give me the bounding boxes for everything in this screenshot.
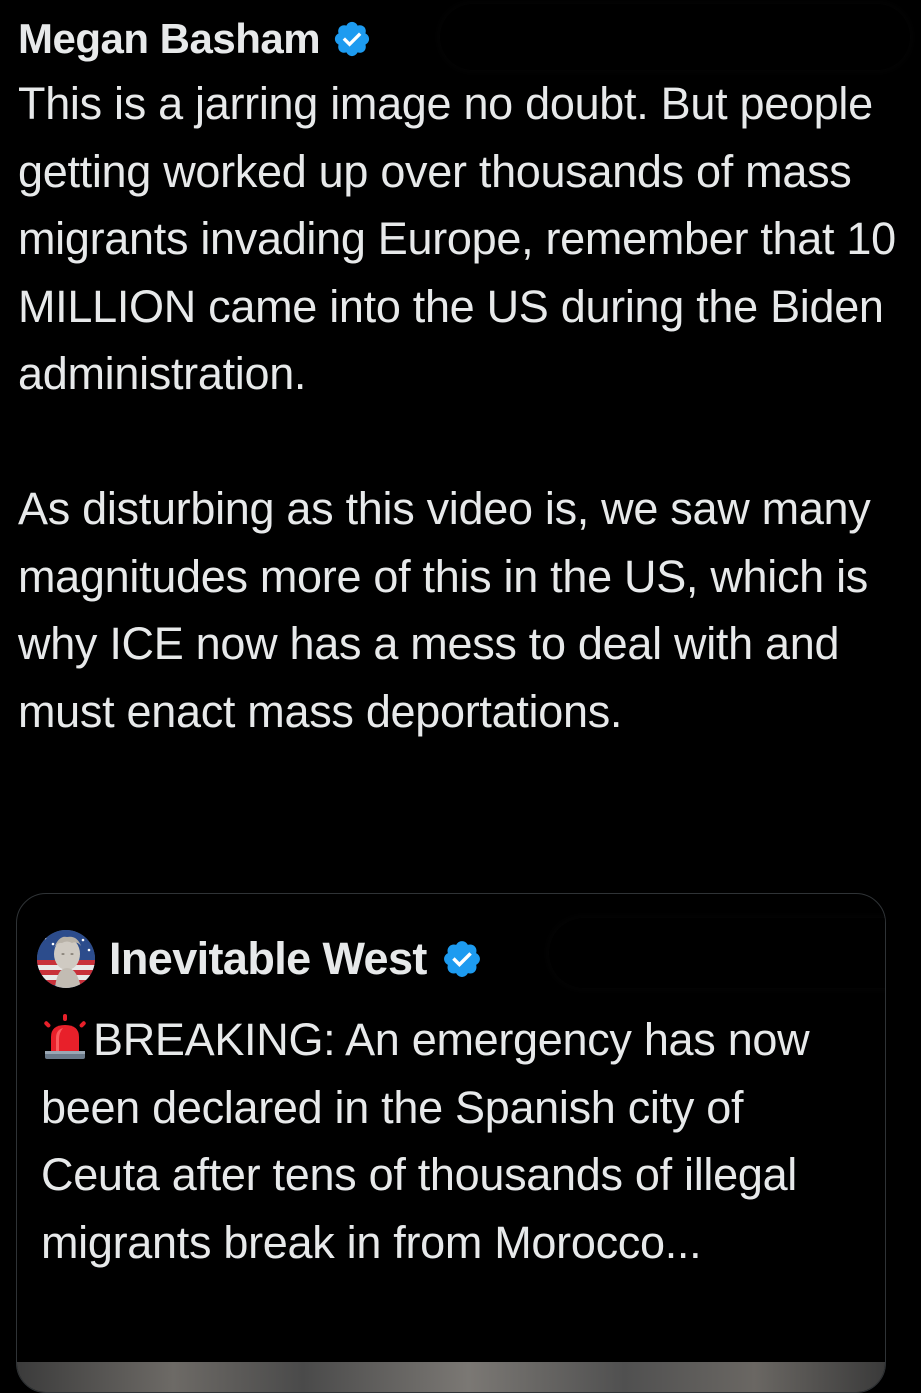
quoted-author-row[interactable]: Inevitable West [37,929,483,989]
quoted-tweet-card[interactable]: Inevitable West BREAKING: An emergency h… [16,893,886,1393]
redacted-handle-overlay [440,4,910,70]
tweet-text: This is a jarring image no doubt. But pe… [18,70,898,745]
statue-flag-avatar[interactable] [37,930,95,988]
redacted-handle-overlay [549,918,885,988]
tweet-author-row[interactable]: Megan Basham [18,10,372,68]
quoted-author-display-name[interactable]: Inevitable West [109,933,427,985]
quoted-media-preview[interactable] [17,1362,885,1392]
avatar-image-icon [37,930,95,988]
tweet: Megan Basham This is a jarring image no … [0,0,921,1393]
author-display-name[interactable]: Megan Basham [18,15,321,63]
tweet-paragraph: This is a jarring image no doubt. But pe… [18,78,896,399]
quoted-tweet-text: BREAKING: An emergency has now been decl… [41,1006,871,1276]
police-siren-icon [44,1014,86,1059]
verified-badge-icon [443,941,480,977]
tweet-paragraph: As disturbing as this video is, we saw m… [18,483,871,737]
verified-badge-icon [335,21,370,57]
quoted-tweet-body: BREAKING: An emergency has now been decl… [41,1014,810,1268]
